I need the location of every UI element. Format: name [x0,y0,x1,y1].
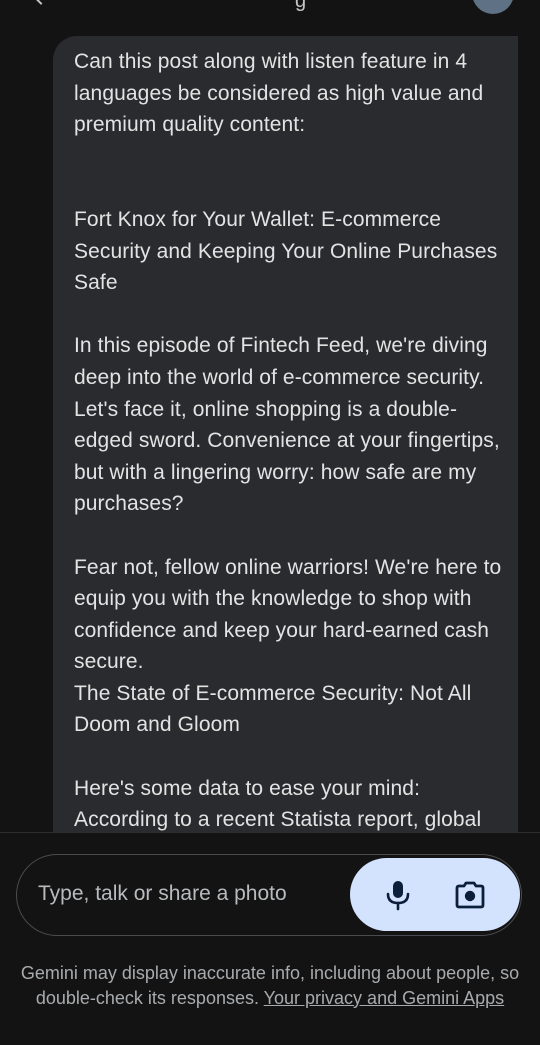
user-message-text: Can this post along with listen feature … [74,50,502,832]
input-actions [350,858,520,931]
back-arrow-icon[interactable] [31,0,51,5]
top-title-fragment: g [295,0,307,12]
composer-area: Type, talk or share a photo Gemini may d… [0,832,540,1045]
privacy-link[interactable]: Your privacy and Gemini Apps [264,988,504,1008]
prompt-placeholder[interactable]: Type, talk or share a photo [38,882,287,906]
disclaimer: Gemini may display inaccurate info, incl… [0,961,540,1010]
chat-screen: g Can this post along with listen featur… [0,0,540,1045]
camera-icon [455,881,485,909]
microphone-button[interactable] [382,878,414,912]
camera-button[interactable] [453,878,487,912]
top-app-bar: g [0,0,540,14]
microphone-icon [386,881,410,911]
user-message-bubble: Can this post along with listen feature … [53,36,518,866]
prompt-input[interactable]: Type, talk or share a photo [16,854,522,936]
avatar[interactable] [472,0,514,14]
